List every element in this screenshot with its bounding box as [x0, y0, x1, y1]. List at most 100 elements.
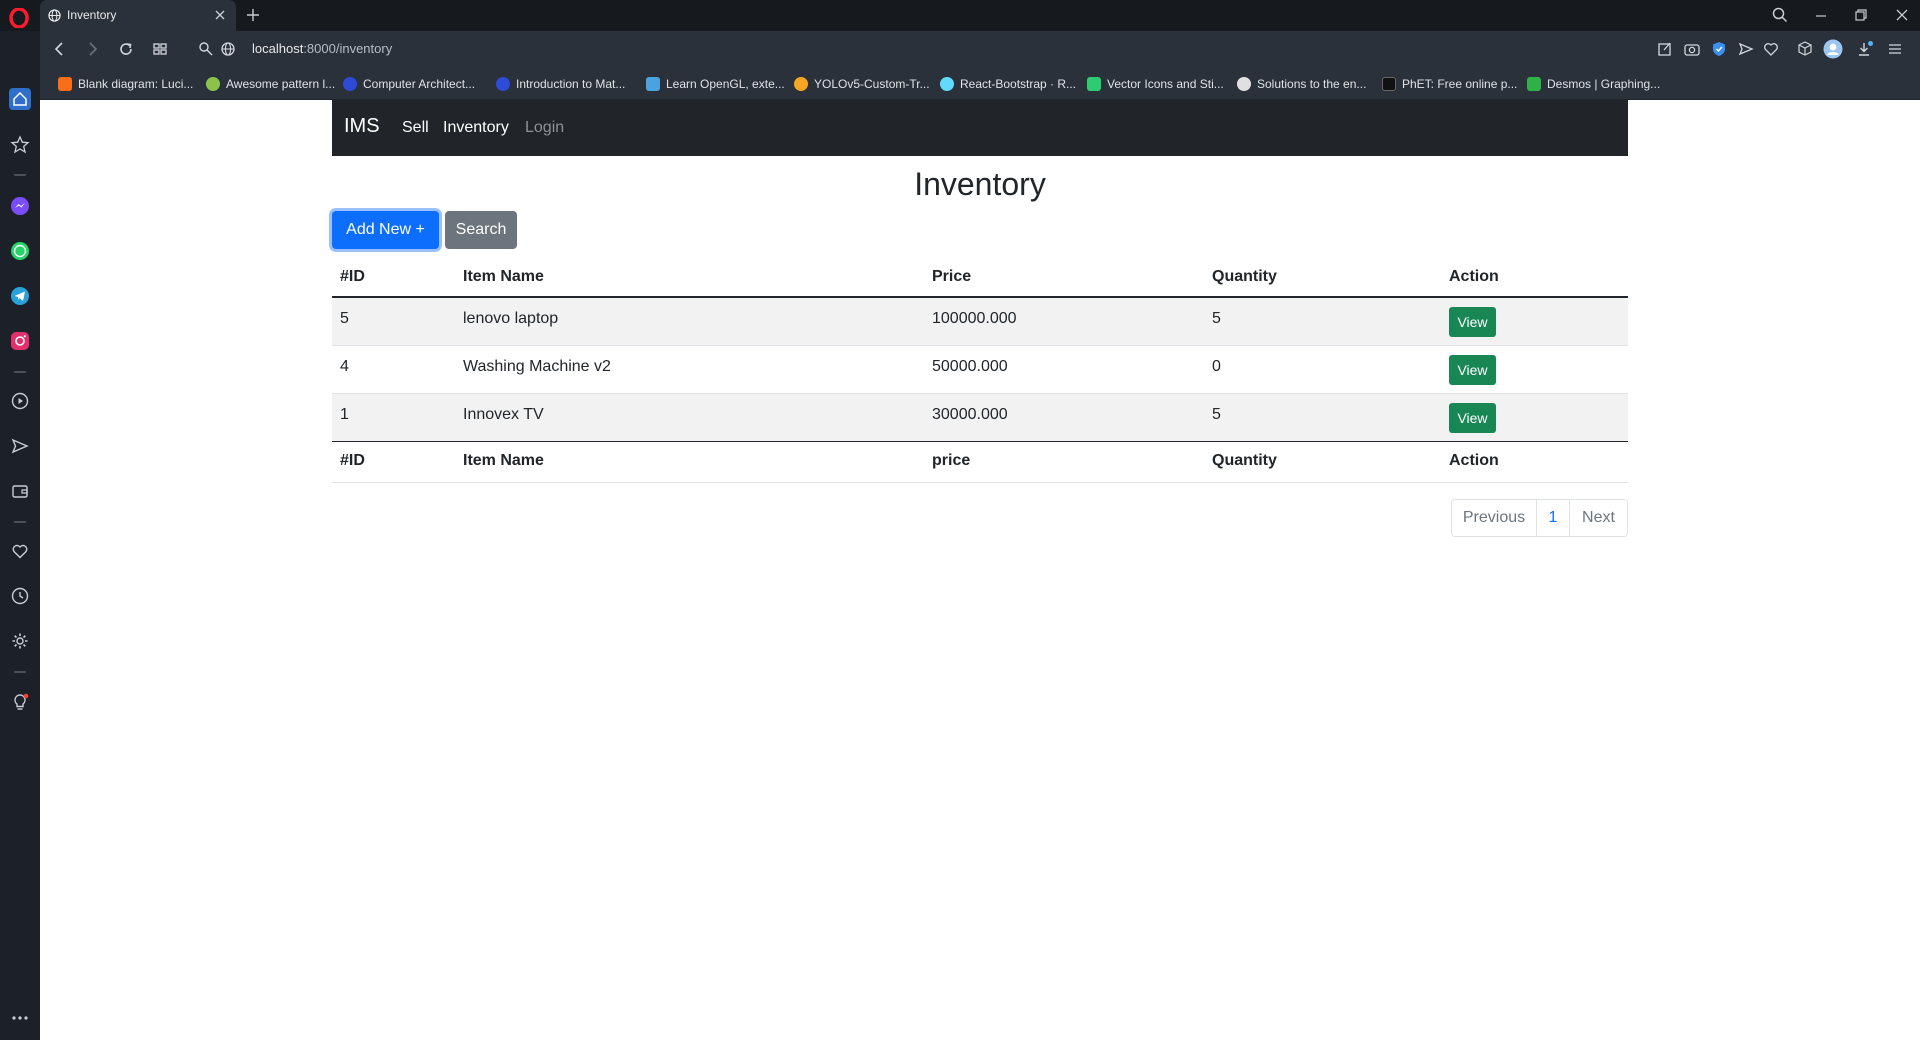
- edit-icon[interactable]: [1656, 40, 1674, 58]
- bookmark-label: Vector Icons and Sti...: [1107, 77, 1224, 91]
- bookmark-label: Learn OpenGL, exte...: [666, 77, 785, 91]
- bookmarks-bar: Blank diagram: Luci... Awesome pattern l…: [40, 68, 1920, 100]
- downloads-icon[interactable]: [1856, 40, 1874, 58]
- reload-icon[interactable]: [117, 40, 135, 58]
- bookmarks-star-icon[interactable]: [10, 135, 30, 155]
- settings-gear-icon[interactable]: [10, 631, 30, 651]
- view-button[interactable]: View: [1449, 355, 1496, 385]
- key-search-icon[interactable]: [197, 40, 215, 58]
- add-new-button[interactable]: Add New +: [332, 211, 439, 249]
- cell-item-name: Innovex TV: [463, 406, 544, 423]
- sidebar-separator: [14, 671, 26, 673]
- cell-item-name: lenovo laptop: [463, 310, 559, 327]
- easy-setup-menu-icon[interactable]: [1886, 40, 1904, 58]
- view-button[interactable]: View: [1449, 403, 1496, 433]
- bookmark-favicon-icon: [496, 77, 510, 91]
- bookmark-item[interactable]: YOLOv5-Custom-Tr...: [794, 68, 930, 100]
- bookmark-label: Introduction to Mat...: [516, 77, 626, 91]
- url-path: :8000/inventory: [303, 41, 393, 56]
- nav-link-inventory[interactable]: Inventory: [443, 119, 509, 137]
- bookmark-favicon-icon: [343, 77, 357, 91]
- table-row: 5 lenovo laptop 100000.000 5 View: [332, 298, 1628, 346]
- forward-icon[interactable]: [83, 40, 101, 58]
- bookmark-label: Awesome pattern l...: [226, 77, 336, 91]
- column-header-id: #ID: [340, 268, 365, 285]
- site-info-globe-icon[interactable]: [219, 40, 237, 58]
- search-tabs-icon[interactable]: [1771, 6, 1789, 24]
- tab-inventory[interactable]: Inventory: [40, 0, 236, 31]
- restore-icon[interactable]: [1852, 6, 1870, 24]
- pagination-next[interactable]: Next: [1569, 500, 1627, 536]
- column-header-quantity: Quantity: [1212, 268, 1277, 285]
- player-icon[interactable]: [10, 391, 30, 411]
- pinboard-heart-icon[interactable]: [10, 541, 30, 561]
- address-bar[interactable]: localhost:8000/inventory: [252, 41, 392, 56]
- pagination: Previous 1 Next: [1451, 499, 1628, 537]
- bookmark-item[interactable]: Blank diagram: Luci...: [58, 68, 193, 100]
- whatsapp-icon[interactable]: [10, 241, 30, 261]
- bookmark-item[interactable]: PhET: Free online p...: [1382, 68, 1517, 100]
- send-icon[interactable]: [1737, 40, 1755, 58]
- sidebar-separator: [14, 521, 26, 523]
- bookmark-item[interactable]: Computer Architect...: [343, 68, 475, 100]
- opera-logo-icon[interactable]: [9, 8, 29, 28]
- bookmark-label: PhET: Free online p...: [1402, 77, 1518, 91]
- bookmark-item[interactable]: Desmos | Graphing...: [1527, 68, 1660, 100]
- wallet-icon[interactable]: [10, 481, 30, 501]
- close-window-icon[interactable]: [1893, 6, 1911, 24]
- url-host: localhost: [252, 41, 304, 56]
- bookmark-favicon-icon: [1382, 77, 1396, 91]
- bookmark-item[interactable]: React-Bootstrap · R...: [940, 68, 1076, 100]
- cell-price: 100000.000: [932, 310, 1017, 327]
- bookmark-item[interactable]: Learn OpenGL, exte...: [646, 68, 785, 100]
- bookmark-item[interactable]: Vector Icons and Sti...: [1087, 68, 1224, 100]
- history-clock-icon[interactable]: [10, 586, 30, 606]
- column-footer-action: Action: [1449, 452, 1499, 469]
- bookmark-favicon-icon: [646, 77, 660, 91]
- nav-link-sell[interactable]: Sell: [402, 119, 429, 137]
- pagination-previous[interactable]: Previous: [1452, 500, 1536, 536]
- instagram-icon[interactable]: [10, 331, 30, 351]
- bookmark-label: Solutions to the en...: [1257, 77, 1367, 91]
- cell-quantity: 5: [1212, 406, 1221, 423]
- close-tab-icon[interactable]: [212, 7, 228, 23]
- profile-avatar-icon[interactable]: [1823, 39, 1843, 59]
- more-options-icon[interactable]: [10, 1008, 30, 1028]
- camera-icon[interactable]: [1683, 40, 1701, 58]
- page-title: Inventory: [914, 166, 1046, 202]
- bookmark-favicon-icon: [940, 77, 954, 91]
- sidebar-separator: [14, 371, 26, 373]
- home-icon[interactable]: [9, 88, 31, 110]
- inventory-table: #ID Item Name Price Quantity Action 5 le…: [332, 258, 1628, 483]
- bookmark-favicon-icon: [1237, 77, 1251, 91]
- bookmark-item[interactable]: Awesome pattern l...: [206, 68, 335, 100]
- cell-quantity: 5: [1212, 310, 1221, 327]
- extensions-cube-icon[interactable]: [1796, 40, 1814, 58]
- navbar-brand[interactable]: IMS: [344, 115, 380, 138]
- globe-icon: [48, 9, 61, 22]
- telegram-icon[interactable]: [10, 286, 30, 306]
- heart-icon[interactable]: [1762, 40, 1780, 58]
- vpn-shield-icon[interactable]: [1710, 40, 1728, 58]
- cell-item-name: Washing Machine v2: [463, 358, 611, 375]
- new-tab-icon[interactable]: [244, 6, 262, 24]
- column-footer-price: price: [932, 452, 971, 469]
- minimize-icon[interactable]: [1812, 6, 1830, 24]
- speed-dial-icon[interactable]: [151, 40, 169, 58]
- messenger-icon[interactable]: [10, 196, 30, 216]
- bookmark-favicon-icon: [794, 77, 808, 91]
- bookmark-item[interactable]: Solutions to the en...: [1237, 68, 1366, 100]
- pagination-page-1[interactable]: 1: [1536, 500, 1569, 536]
- tips-lightbulb-icon[interactable]: [10, 692, 30, 712]
- bookmark-favicon-icon: [58, 77, 72, 91]
- search-button[interactable]: Search: [445, 211, 517, 249]
- flow-send-icon[interactable]: [10, 436, 30, 456]
- back-icon[interactable]: [51, 40, 69, 58]
- navbar: IMS Sell Inventory Login: [332, 100, 1628, 156]
- bookmark-item[interactable]: Introduction to Mat...: [496, 68, 625, 100]
- page-viewport: IMS Sell Inventory Login Inventory Add N…: [40, 100, 1920, 1040]
- nav-link-login[interactable]: Login: [525, 119, 564, 137]
- cell-price: 50000.000: [932, 358, 1008, 375]
- view-button[interactable]: View: [1449, 307, 1496, 337]
- bookmark-favicon-icon: [1087, 77, 1101, 91]
